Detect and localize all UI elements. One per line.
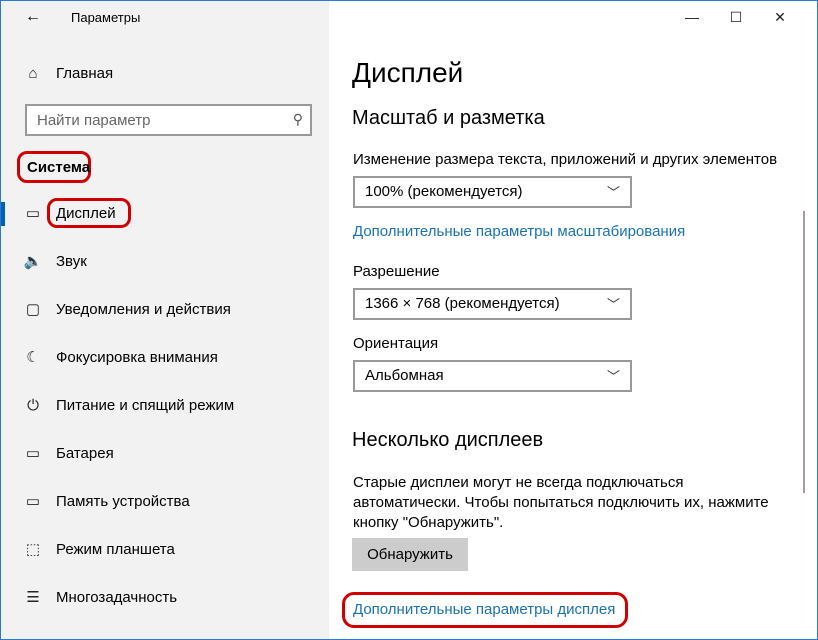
sidebar-item-label: Память устройства (56, 493, 190, 510)
search-input[interactable] (37, 111, 277, 129)
notification-icon: ▢ (25, 301, 41, 318)
close-icon[interactable]: ✕ (757, 5, 803, 29)
search-icon[interactable]: ⚲ (293, 111, 303, 128)
search-box[interactable]: ⚲ (25, 104, 312, 136)
sidebar-item-label: Питание и спящий режим (56, 397, 235, 414)
sidebar: ← Параметры ⌂ Главная ⚲ Система ▭ Диспле… (1, 1, 329, 639)
sidebar-item-focus-assist[interactable]: ☾ Фокусировка внимания (1, 338, 329, 378)
sidebar-item-label: Главная (56, 65, 114, 82)
resolution-dropdown[interactable]: 1366 × 768 (рекомендуется) ﹀ (353, 288, 632, 320)
storage-icon: ▭ (25, 493, 41, 510)
scale-value: 100% (рекомендуется) (365, 183, 523, 200)
speaker-icon: 🔈 (23, 253, 43, 270)
sidebar-item-label: Уведомления и действия (56, 301, 231, 318)
sidebar-item-label: Фокусировка внимания (56, 349, 218, 366)
moon-icon: ☾ (26, 349, 40, 366)
home-icon: ⌂ (28, 65, 38, 82)
app-title: Параметры (71, 10, 141, 25)
active-indicator (1, 202, 5, 226)
settings-window: ← Параметры ⌂ Главная ⚲ Система ▭ Диспле… (0, 0, 818, 640)
section-header-system: Система (17, 151, 91, 183)
sidebar-item-label: Многозадачность (56, 589, 178, 606)
resolution-label: Разрешение (353, 263, 440, 280)
section-header-label: Система (27, 159, 91, 176)
scale-dropdown[interactable]: 100% (рекомендуется) ﹀ (353, 176, 632, 208)
minimize-icon[interactable]: — (669, 5, 715, 29)
sidebar-item-label: Батарея (56, 445, 114, 462)
sidebar-item-label: Звук (56, 253, 87, 270)
sidebar-item-display[interactable]: ▭ Дисплей (1, 194, 329, 234)
title-bar: ← Параметры (1, 1, 329, 33)
sidebar-item-battery[interactable]: ▭ Батарея (1, 434, 329, 474)
highlight-annotation (47, 198, 131, 228)
sidebar-item-home[interactable]: ⌂ Главная (1, 59, 329, 89)
advanced-scaling-link[interactable]: Дополнительные параметры масштабирования (353, 223, 685, 240)
sidebar-item-tablet-mode[interactable]: ⬚ Режим планшета (1, 530, 329, 570)
back-arrow-icon[interactable]: ← (21, 6, 45, 28)
orientation-dropdown[interactable]: Альбомная ﹀ (353, 360, 632, 392)
sidebar-item-power-sleep[interactable]: ⏻ Питание и спящий режим (1, 386, 329, 426)
scrollbar[interactable] (803, 211, 805, 493)
maximize-icon[interactable]: ☐ (713, 5, 759, 29)
window-controls: — ☐ ✕ (669, 1, 817, 33)
chevron-down-icon: ﹀ (606, 297, 620, 312)
chevron-down-icon: ﹀ (606, 369, 620, 384)
sidebar-item-multitasking[interactable]: ☰ Многозадачность (1, 578, 329, 618)
tablet-icon: ⬚ (25, 541, 41, 558)
multitasking-icon: ☰ (26, 589, 40, 606)
section-title-multiple-displays: Несколько дисплеев (352, 429, 544, 451)
sidebar-item-sound[interactable]: 🔈 Звук (1, 242, 329, 282)
sidebar-item-storage[interactable]: ▭ Память устройства (1, 482, 329, 522)
power-icon: ⏻ (27, 397, 39, 414)
sidebar-item-notifications[interactable]: ▢ Уведомления и действия (1, 290, 329, 330)
detect-button[interactable]: Обнаружить (352, 538, 468, 571)
highlight-annotation (342, 592, 628, 628)
section-title-scale: Масштаб и разметка (352, 107, 545, 129)
resolution-value: 1366 × 768 (рекомендуется) (365, 295, 560, 312)
page-title: Дисплей (352, 57, 464, 88)
main-content: — ☐ ✕ Дисплей Масштаб и разметка Изменен… (329, 1, 817, 639)
battery-icon: ▭ (25, 445, 41, 462)
orientation-value: Альбомная (365, 367, 444, 384)
sidebar-item-label: Режим планшета (56, 541, 175, 558)
chevron-down-icon: ﹀ (606, 185, 620, 200)
multiple-displays-description: Старые дисплеи могут не всегда подключат… (353, 474, 769, 531)
scale-label: Изменение размера текста, приложений и д… (353, 151, 778, 168)
display-icon: ▭ (25, 205, 41, 222)
orientation-label: Ориентация (353, 335, 439, 352)
